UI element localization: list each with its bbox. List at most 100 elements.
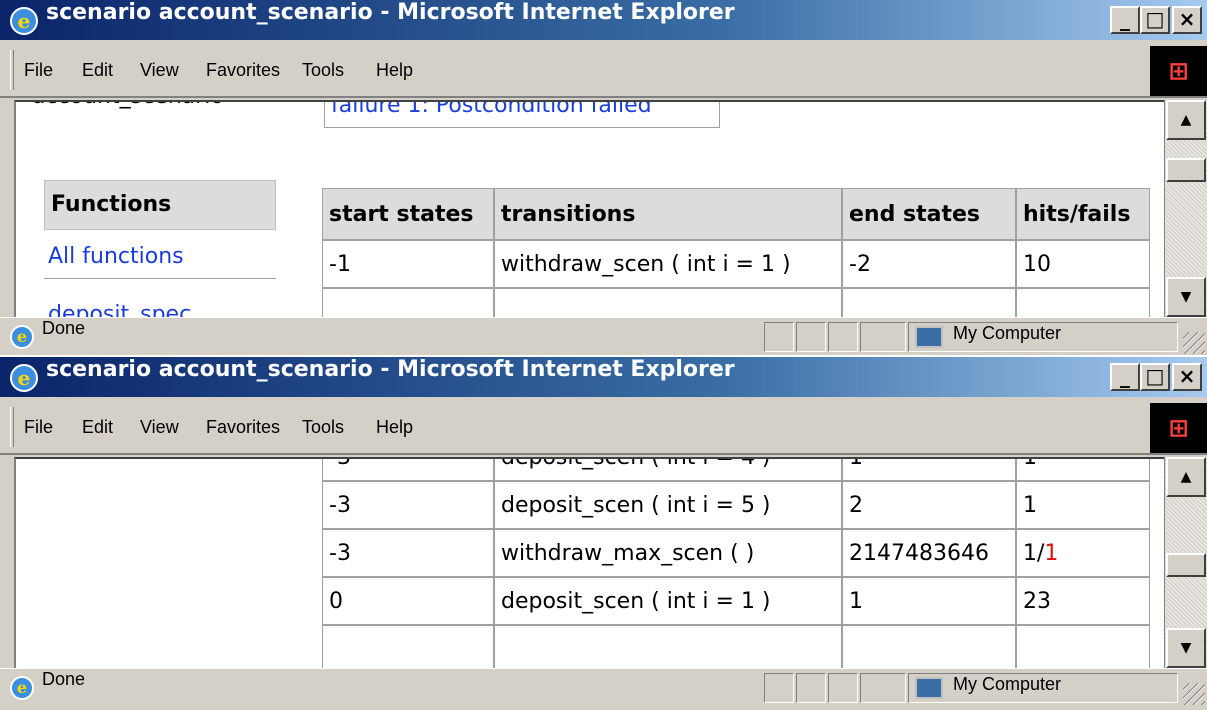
title-bar[interactable]: e scenario account_scenario - Microsoft …: [0, 0, 1207, 40]
status-bar: e Done My Computer: [0, 668, 1207, 706]
cell-transition: withdraw_max_scen ( ): [494, 529, 842, 577]
ie-page-icon: e: [10, 325, 34, 349]
status-panel: [828, 322, 858, 352]
hits-value: 1/: [1023, 540, 1045, 566]
my-computer-icon: [915, 677, 943, 699]
browser-window-top: e scenario account_scenario - Microsoft …: [0, 0, 1207, 355]
scroll-down-button[interactable]: ▼: [1166, 628, 1206, 668]
menu-file[interactable]: File: [24, 60, 53, 81]
page-heading: account_scenario: [32, 102, 224, 109]
windows-flag-icon: ⊞: [1150, 46, 1207, 96]
toolbar-grip[interactable]: [10, 50, 14, 90]
menu-view[interactable]: View: [140, 60, 179, 81]
cell-start-state: -1: [322, 240, 494, 288]
minimize-button[interactable]: _: [1110, 363, 1140, 391]
status-panel: [796, 673, 826, 703]
transitions-table: start states transitions end states hits…: [322, 188, 1150, 317]
page-content: -3 deposit_scen ( int i = 4 ) 1 1 -3 dep…: [14, 457, 1164, 668]
divider: [44, 278, 276, 279]
minimize-button[interactable]: _: [1110, 6, 1140, 34]
cell-hits-fails: 1/1: [1016, 529, 1150, 577]
windows-flag-icon: ⊞: [1150, 403, 1207, 453]
failure-box: failure 1: Postcondition failed: [324, 102, 720, 128]
cell-hits: 23: [1016, 577, 1150, 625]
cell-start-state: -3: [322, 481, 494, 529]
close-button[interactable]: ×: [1172, 6, 1202, 34]
menu-help[interactable]: Help: [376, 60, 413, 81]
table-row: -3 withdraw_max_scen ( ) 2147483646 1/1: [322, 529, 1150, 577]
deposit-spec-link[interactable]: deposit_spec: [48, 302, 191, 317]
table-row: -3 deposit_scen ( int i = 5 ) 2 1: [322, 481, 1150, 529]
cell-hits: 10: [1016, 240, 1150, 288]
menu-favorites[interactable]: Favorites: [206, 60, 280, 81]
menu-view[interactable]: View: [140, 417, 179, 438]
toolbar-grip[interactable]: [10, 407, 14, 447]
window-title: scenario account_scenario - Microsoft In…: [46, 357, 735, 382]
scroll-thumb[interactable]: [1166, 158, 1206, 182]
fails-value: 1: [1044, 540, 1059, 566]
status-bar: e Done My Computer: [0, 317, 1207, 355]
table-row: [322, 288, 1150, 317]
table-row: 0 deposit_scen ( int i = 1 ) 1 23: [322, 577, 1150, 625]
cell-start-state: -3: [322, 459, 494, 481]
cell-end-state: 1: [842, 577, 1016, 625]
column-header: transitions: [494, 188, 842, 240]
cell-end-state: 2147483646: [842, 529, 1016, 577]
menu-edit[interactable]: Edit: [82, 417, 113, 438]
cell-transition: deposit_scen ( int i = 4 ): [494, 459, 842, 481]
cell-transition: deposit_scen ( int i = 5 ): [494, 481, 842, 529]
scroll-down-button[interactable]: ▼: [1166, 277, 1206, 317]
ie-logo-icon: e: [10, 7, 38, 35]
menu-help[interactable]: Help: [376, 417, 413, 438]
close-button[interactable]: ×: [1172, 363, 1202, 391]
vertical-scrollbar[interactable]: ▲ ▼: [1164, 457, 1207, 668]
table-row: [322, 625, 1150, 668]
ie-page-icon: e: [10, 676, 34, 700]
status-panel: [764, 322, 794, 352]
menu-file[interactable]: File: [24, 417, 53, 438]
status-text: Done: [42, 669, 86, 689]
menu-tools[interactable]: Tools: [302, 417, 344, 438]
cell-transition: withdraw_scen ( int i = 1 ): [494, 240, 842, 288]
status-panel: [860, 322, 906, 352]
status-panel: [796, 322, 826, 352]
menu-favorites[interactable]: Favorites: [206, 417, 280, 438]
my-computer-icon: [915, 326, 943, 348]
functions-header: Functions: [44, 180, 276, 230]
menu-bar: File Edit View Favorites Tools Help ⊞: [0, 399, 1207, 455]
cell-hits: 1: [1016, 459, 1150, 481]
browser-window-bottom: e scenario account_scenario - Microsoft …: [0, 357, 1207, 710]
cell-end-state: -2: [842, 240, 1016, 288]
status-panel: [860, 673, 906, 703]
transitions-table: -3 deposit_scen ( int i = 4 ) 1 1 -3 dep…: [322, 459, 1150, 668]
status-panel: [828, 673, 858, 703]
security-zone: My Computer: [908, 673, 1178, 703]
scroll-up-button[interactable]: ▲: [1166, 457, 1206, 497]
cell-start-state: 0: [322, 577, 494, 625]
page-content: account_scenario failure 1: Postconditio…: [14, 100, 1164, 317]
status-panel: [764, 673, 794, 703]
resize-grip[interactable]: [1183, 683, 1205, 705]
column-header: hits/fails: [1016, 188, 1150, 240]
scroll-thumb[interactable]: [1166, 553, 1206, 577]
table-row: -3 deposit_scen ( int i = 4 ) 1 1: [322, 459, 1150, 481]
column-header: end states: [842, 188, 1016, 240]
maximize-button[interactable]: □: [1140, 363, 1170, 391]
scroll-up-button[interactable]: ▲: [1166, 100, 1206, 140]
title-bar[interactable]: e scenario account_scenario - Microsoft …: [0, 357, 1207, 397]
vertical-scrollbar[interactable]: ▲ ▼: [1164, 100, 1207, 317]
menu-edit[interactable]: Edit: [82, 60, 113, 81]
all-functions-link[interactable]: All functions: [48, 244, 184, 269]
table-row: -1 withdraw_scen ( int i = 1 ) -2 10: [322, 240, 1150, 288]
menu-tools[interactable]: Tools: [302, 60, 344, 81]
resize-grip[interactable]: [1183, 332, 1205, 354]
cell-hits: 1: [1016, 481, 1150, 529]
failure-link[interactable]: failure 1: Postcondition failed: [331, 102, 652, 118]
maximize-button[interactable]: □: [1140, 6, 1170, 34]
security-zone: My Computer: [908, 322, 1178, 352]
cell-end-state: 1: [842, 459, 1016, 481]
cell-transition: deposit_scen ( int i = 1 ): [494, 577, 842, 625]
window-title: scenario account_scenario - Microsoft In…: [46, 0, 735, 25]
cell-end-state: 2: [842, 481, 1016, 529]
zone-label: My Computer: [953, 674, 1062, 694]
